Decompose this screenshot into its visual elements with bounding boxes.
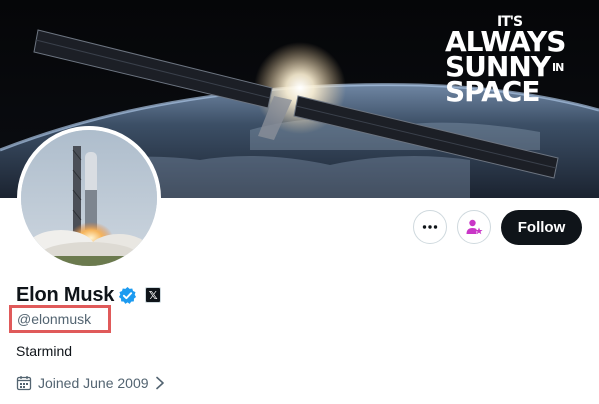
avatar-rocket-image — [21, 130, 157, 266]
joined-date-text: Joined June 2009 — [38, 375, 149, 391]
calendar-icon — [16, 376, 32, 391]
person-star-icon — [466, 219, 483, 235]
joined-date-link[interactable]: Joined June 2009 — [16, 375, 166, 391]
slogan-in: IN — [552, 60, 564, 74]
display-name: Elon Musk — [16, 283, 115, 306]
slogan-line-3: SPACE — [445, 74, 540, 108]
handle-highlight: @elonmusk — [9, 305, 111, 333]
more-horizontal-icon — [422, 225, 438, 229]
profile-name-row: Elon Musk 𝕏 — [16, 283, 162, 307]
chevron-right-icon — [155, 376, 164, 390]
subscribe-button[interactable] — [457, 210, 491, 244]
username-handle: @elonmusk — [17, 311, 92, 327]
follow-button[interactable]: Follow — [501, 210, 582, 245]
profile-bio: Starmind — [16, 343, 73, 359]
verified-badge-icon[interactable] — [118, 286, 137, 305]
x-logo-icon[interactable]: 𝕏 — [145, 287, 162, 303]
more-options-button[interactable] — [413, 210, 447, 244]
profile-page: IT'S ALWAYS SUNNY IN SPACE Follow Elon M… — [0, 0, 599, 404]
avatar[interactable] — [17, 126, 161, 270]
banner-slogan: IT'S ALWAYS SUNNY IN SPACE — [445, 15, 585, 108]
